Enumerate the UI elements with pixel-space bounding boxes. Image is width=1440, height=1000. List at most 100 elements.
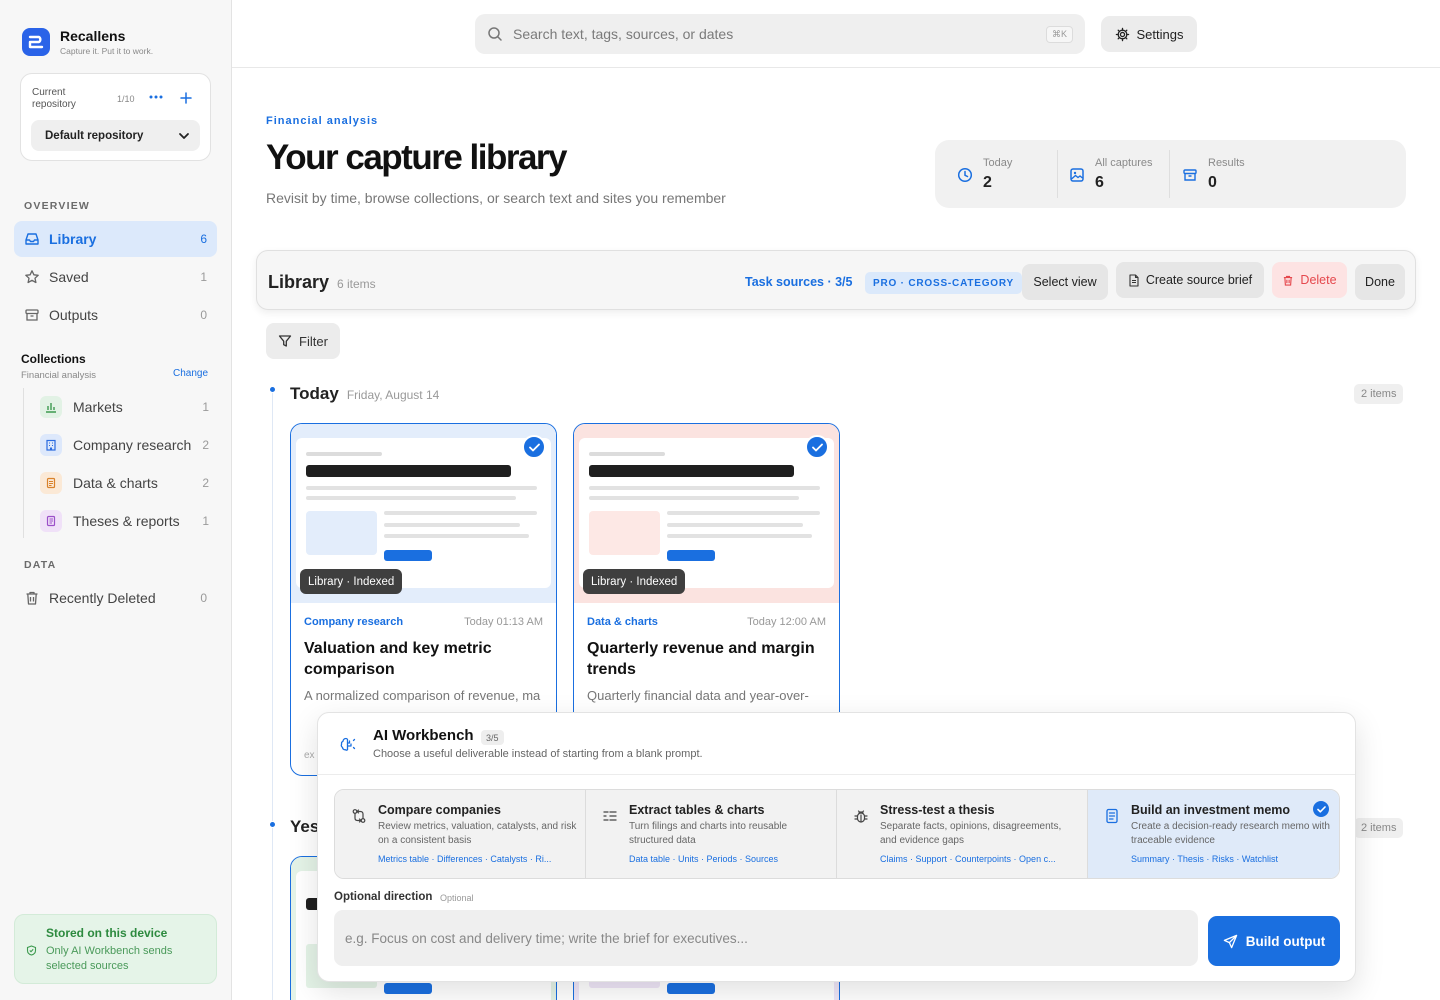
day-date: Friday, August 14 (346, 388, 440, 402)
option-title: Compare companies (378, 803, 501, 817)
trash-icon (24, 590, 40, 606)
build-output-button[interactable]: Build output (1208, 916, 1340, 966)
nav-count: 0 (200, 591, 207, 605)
bug-icon (853, 808, 869, 824)
option-description: Turn filings and charts into reusable st… (629, 821, 788, 846)
star-icon (24, 269, 40, 285)
stat-value: 0 (1208, 174, 1217, 191)
items-count-badge: 2 items (1354, 818, 1404, 838)
search-input[interactable]: Search text, tags, sources, or dates (513, 26, 1046, 42)
build-output-label: Build output (1245, 933, 1326, 949)
library-count: 6 items (337, 277, 376, 291)
pro-badge: PRO · CROSS-CATEGORY (865, 272, 1023, 294)
checkmark-icon[interactable] (805, 435, 829, 459)
settings-button[interactable]: Settings (1101, 16, 1197, 52)
repository-card: Current repository 1/10 Default reposito… (20, 73, 211, 161)
bar-chart-icon (40, 396, 62, 418)
search-bar[interactable]: Search text, tags, sources, or dates ⌘K (475, 14, 1085, 54)
search-icon (487, 26, 503, 42)
more-icon[interactable] (148, 90, 164, 104)
collection-count: 1 (202, 514, 209, 528)
option-description: Review metrics, valuation, catalysts, an… (378, 821, 577, 846)
ai-workbench-panel: AI Workbench 3/5 Choose a useful deliver… (317, 712, 1356, 982)
card-title: Valuation and key metric comparison (304, 640, 492, 678)
nav-item-library[interactable]: Library 6 (14, 221, 217, 257)
collection-data-charts[interactable]: Data & charts 2 (32, 472, 217, 494)
deliverable-options: Compare companies Review metrics, valuat… (334, 789, 1340, 879)
storage-notice-text: Only AI Workbench sends selected sources (46, 945, 173, 972)
inbox-icon (24, 231, 40, 247)
compare-icon (351, 808, 367, 824)
notebook-icon (40, 510, 62, 532)
delete-button[interactable]: Delete (1272, 262, 1347, 298)
collection-label: Theses & reports (73, 512, 180, 529)
collection-count: 2 (202, 438, 209, 452)
workbench-subtitle: Choose a useful deliverable instead of s… (373, 748, 703, 760)
stat-today: Today 2 (935, 140, 1057, 208)
nav-item-recently-deleted[interactable]: Recently Deleted 0 (14, 580, 217, 616)
card-extra: ex (304, 750, 315, 761)
option-compare-companies[interactable]: Compare companies Review metrics, valuat… (335, 790, 586, 878)
option-title: Stress-test a thesis (880, 803, 995, 817)
shield-check-icon (26, 945, 37, 956)
trash-icon (1282, 274, 1294, 287)
delete-label: Delete (1300, 273, 1337, 287)
workbench-badge: 3/5 (481, 730, 504, 745)
select-view-button[interactable]: Select view (1022, 264, 1108, 300)
card-status-tag: Library · Indexed (300, 569, 403, 594)
checkmark-icon (1313, 801, 1329, 817)
storage-notice-title: Stored on this device (46, 926, 168, 940)
repo-count: 1/10 (117, 94, 135, 104)
task-sources-link[interactable]: Task sources · 3/5 (745, 275, 852, 289)
app-logo-icon (22, 28, 50, 56)
day-header-today: Today Friday, August 14 (290, 384, 439, 404)
option-extract-tables-charts[interactable]: Extract tables & charts Turn filings and… (586, 790, 837, 878)
stat-label: Results (1208, 157, 1245, 169)
stats-panel: Today 2 All captures 6 Results 0 (935, 140, 1406, 208)
collection-markets[interactable]: Markets 1 (32, 396, 217, 418)
option-description: Create a decision-ready research memo wi… (1131, 821, 1330, 846)
checkmark-icon[interactable] (522, 435, 546, 459)
collection-company-research[interactable]: Company research 2 (32, 428, 217, 462)
repo-label: Current repository (32, 87, 76, 110)
nav-count: 1 (200, 270, 207, 284)
nav-item-outputs[interactable]: Outputs 0 (14, 297, 217, 333)
repository-select[interactable]: Default repository (31, 120, 200, 151)
nav-item-saved[interactable]: Saved 1 (14, 259, 217, 295)
collection-theses-reports[interactable]: Theses & reports 1 (32, 510, 217, 532)
day-title: Today (290, 384, 339, 403)
direction-label: Optional direction (334, 891, 433, 903)
collections-divider (23, 388, 24, 538)
create-source-brief-label: Create source brief (1145, 273, 1253, 287)
add-repository-icon[interactable] (178, 90, 194, 106)
stat-value: 2 (983, 174, 992, 191)
sheet-icon (40, 472, 62, 494)
brain-icon (339, 735, 357, 753)
workbench-title: AI Workbench (373, 727, 474, 744)
overview-label: OVERVIEW (24, 200, 91, 212)
filter-button[interactable]: Filter (266, 323, 340, 359)
option-description: Separate facts, opinions, disagreements,… (880, 821, 1062, 846)
collections-title: Collections (21, 352, 86, 366)
day-title-yesterday: Yes (290, 817, 320, 836)
page-eyebrow: Financial analysis (266, 115, 379, 127)
page-subtitle: Revisit by time, browse collections, or … (266, 190, 726, 206)
option-tags: Claims · Support · Counterpoints · Open … (880, 854, 1056, 864)
archive-icon (1182, 167, 1198, 183)
stat-label: Today (983, 157, 1013, 169)
option-stress-test-thesis[interactable]: Stress-test a thesis Separate facts, opi… (837, 790, 1088, 878)
collection-label: Company research (73, 436, 192, 453)
nav-label: Saved (49, 269, 89, 285)
filter-icon (278, 334, 292, 348)
done-button[interactable]: Done (1355, 264, 1405, 300)
option-tags: Metrics table · Differences · Catalysts … (378, 854, 552, 864)
collections-change-link[interactable]: Change (173, 368, 208, 379)
send-icon (1223, 934, 1238, 949)
direction-input[interactable] (334, 910, 1198, 966)
card-time: Today 12:00 AM (747, 616, 826, 628)
collection-count: 2 (202, 476, 209, 490)
option-title: Build an investment memo (1131, 803, 1291, 817)
create-source-brief-button[interactable]: Create source brief (1116, 262, 1264, 298)
option-build-investment-memo[interactable]: Build an investment memo Create a decisi… (1088, 790, 1339, 878)
app-brand[interactable]: Recallens Capture it. Put it to work. (22, 28, 153, 56)
